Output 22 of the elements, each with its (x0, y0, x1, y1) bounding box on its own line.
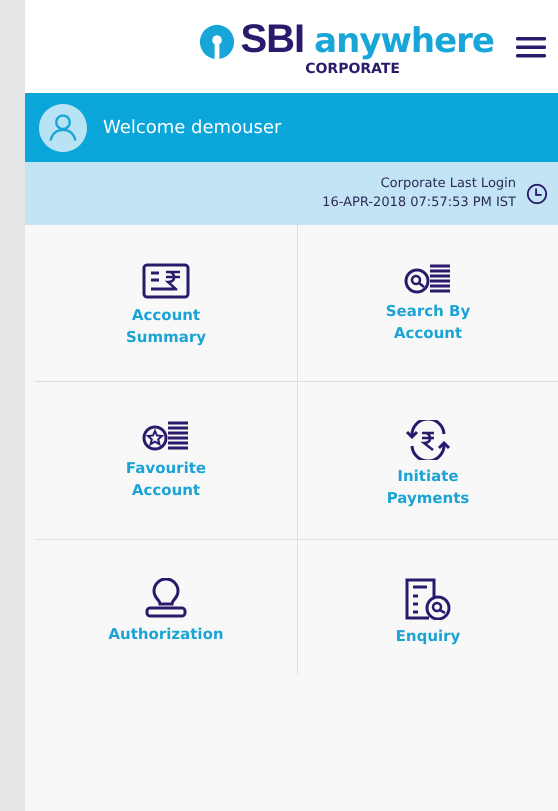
rupee-card-icon (142, 263, 190, 299)
menu-tile[interactable]: Search By Account (297, 225, 558, 382)
last-login-time: 16-APR-2018 07:57:53 PM IST (322, 194, 516, 212)
menu-icon[interactable] (516, 34, 546, 58)
clock-icon (526, 182, 548, 204)
welcome-text: Welcome demouser (103, 117, 282, 138)
last-login-label: Corporate Last Login (380, 175, 516, 194)
menu-tile[interactable]: Account Summary (35, 225, 297, 382)
keyhole-logo-icon (198, 22, 236, 60)
menu-tile[interactable]: Enquiry (297, 540, 558, 675)
rupee-cycle-icon (404, 420, 452, 460)
document-search-icon (404, 578, 452, 620)
brand-name: SBI (240, 16, 304, 60)
menu-tile[interactable]: Favourite Account (35, 382, 297, 540)
edition-label: CORPORATE (305, 60, 400, 76)
stamp-icon (144, 578, 188, 618)
coin-star-icon (142, 420, 190, 452)
product-name: anywhere (314, 22, 494, 60)
menu-tile[interactable]: Initiate Payments (297, 382, 558, 540)
user-avatar-icon (39, 104, 87, 152)
menu-tile[interactable]: Authorization (35, 540, 297, 675)
coin-search-icon (404, 263, 452, 295)
